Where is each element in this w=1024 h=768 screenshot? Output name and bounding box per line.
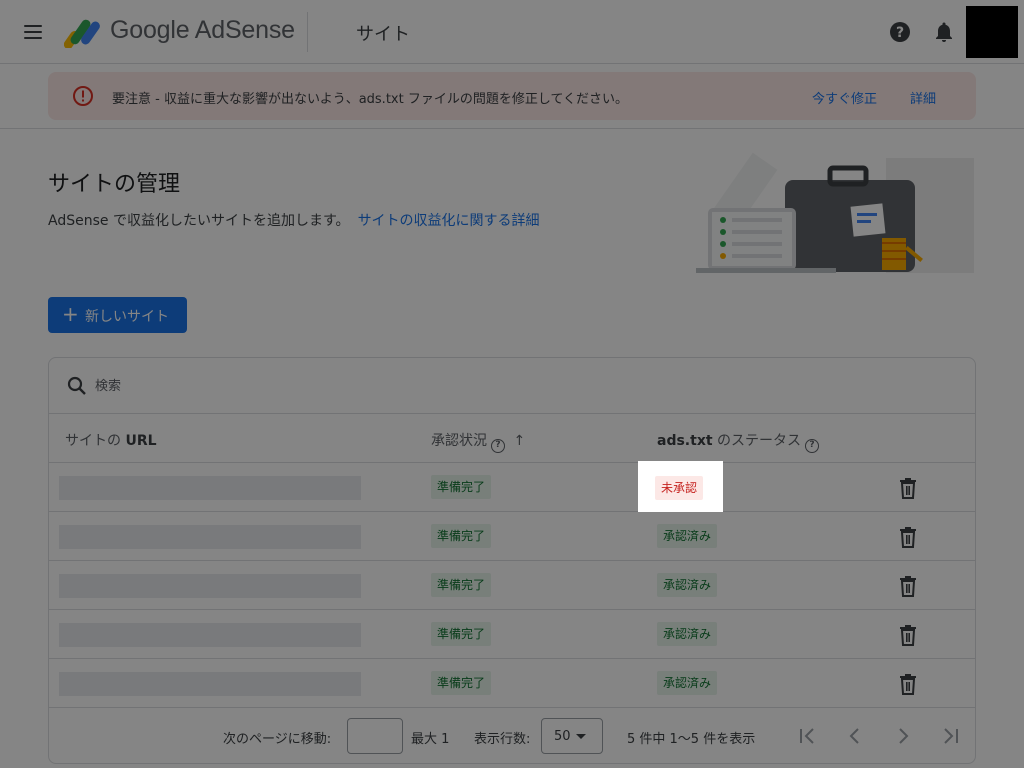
intro-description: AdSense で収益化したいサイトを追加します。 サイトの収益化に関する詳細 <box>48 210 540 230</box>
table-body: 準備完了 未承認 準備完了 承認済み 準備完了 承認済み 準備完了 承認済み 準… <box>49 463 975 708</box>
first-page-icon[interactable] <box>795 724 819 748</box>
table-row: 準備完了 未承認 <box>49 463 975 512</box>
next-page-icon[interactable] <box>891 724 915 748</box>
range-label: 5 件中 1〜5 件を表示 <box>627 732 756 747</box>
pagination-footer: 次のページに移動: 最大 1 表示行数: 50 5 件中 1〜5 件を表示 <box>49 708 975 763</box>
col-ads-txt-suffix: のステータス <box>712 433 801 449</box>
col-site-url-prefix: サイトの <box>65 433 126 449</box>
table-row: 準備完了 承認済み <box>49 512 975 561</box>
ads-txt-alert: 要注意 - 収益に重大な影響が出ないよう、ads.txt ファイルの問題を修正し… <box>48 72 976 120</box>
goto-page-label: 次のページに移動: <box>223 732 332 747</box>
col-site-url-bold: URL <box>125 433 157 449</box>
sort-arrow-icon[interactable]: ↑ <box>513 433 525 449</box>
monetization-info-link[interactable]: サイトの収益化に関する詳細 <box>358 213 540 229</box>
adsense-logo <box>64 19 100 48</box>
table-header: サイトの URL 承認状況? ↑ ads.txt のステータス? <box>49 414 975 463</box>
prev-page-icon[interactable] <box>843 724 867 748</box>
approval-status-badge: 準備完了 <box>431 622 492 646</box>
highlighted-ads-txt-cell: 未承認 <box>638 461 723 512</box>
fix-now-link[interactable]: 今すぐ修正 <box>812 88 877 107</box>
col-site-url[interactable]: サイトの URL <box>65 430 157 450</box>
approval-help-icon[interactable]: ? <box>491 439 505 453</box>
rows-per-page-value: 50 <box>554 729 571 744</box>
new-site-button[interactable]: + 新しいサイト <box>48 297 187 333</box>
avatar[interactable] <box>966 6 1018 58</box>
search-bar <box>49 358 975 414</box>
delete-icon[interactable] <box>898 477 918 499</box>
chevron-down-icon <box>576 734 586 739</box>
alert-message: 要注意 - 収益に重大な影響が出ないよう、ads.txt ファイルの問題を修正し… <box>112 92 629 107</box>
header-divider <box>307 12 308 52</box>
svg-text:?: ? <box>896 25 904 41</box>
ads-txt-status-badge: 承認済み <box>657 622 718 646</box>
last-page-icon[interactable] <box>939 724 963 748</box>
site-url-redacted <box>59 574 361 598</box>
approval-status-badge: 準備完了 <box>431 671 492 695</box>
ads-txt-status-badge: 承認済み <box>657 671 718 695</box>
max-page-label: 最大 1 <box>411 732 450 747</box>
col-ads-txt-status[interactable]: ads.txt のステータス? <box>657 430 819 453</box>
goto-page-input[interactable] <box>347 718 403 754</box>
approval-status-badge: 準備完了 <box>431 524 492 548</box>
rows-per-page-select[interactable]: 50 <box>541 718 603 754</box>
section-title: サイトの管理 <box>48 172 181 197</box>
ads-txt-status-badge: 承認済み <box>657 524 718 548</box>
delete-icon[interactable] <box>898 673 918 695</box>
brand-name: Google AdSense <box>110 16 295 44</box>
intro-text: AdSense で収益化したいサイトを追加します。 <box>48 213 350 229</box>
search-icon <box>67 376 86 395</box>
ads-txt-status-badge-highlighted[interactable]: 未承認 <box>655 476 704 500</box>
plus-icon: + <box>62 302 79 326</box>
site-url-redacted <box>59 672 361 696</box>
delete-icon[interactable] <box>898 624 918 646</box>
alert-section: 要注意 - 収益に重大な影響が出ないよう、ads.txt ファイルの問題を修正し… <box>0 64 1024 129</box>
col-ads-txt-bold: ads.txt <box>657 433 713 449</box>
approval-status-badge: 準備完了 <box>431 475 492 499</box>
sites-table-card: サイトの URL 承認状況? ↑ ads.txt のステータス? 準備完了 未承… <box>48 357 976 764</box>
col-approval-label: 承認状況 <box>431 433 487 449</box>
bell-icon[interactable] <box>932 20 956 44</box>
error-icon <box>73 86 93 106</box>
help-icon[interactable]: ? <box>888 20 912 44</box>
page-title: サイト <box>356 24 410 45</box>
delete-icon[interactable] <box>898 575 918 597</box>
table-row: 準備完了 承認済み <box>49 561 975 610</box>
menu-icon[interactable] <box>22 21 46 43</box>
site-url-redacted <box>59 525 361 549</box>
rows-per-page-label: 表示行数: <box>474 732 531 747</box>
search-input[interactable] <box>95 374 915 398</box>
table-row: 準備完了 承認済み <box>49 610 975 659</box>
delete-icon[interactable] <box>898 526 918 548</box>
sites-illustration <box>696 152 974 273</box>
alert-details-link[interactable]: 詳細 <box>910 88 936 107</box>
col-approval[interactable]: 承認状況? ↑ <box>431 430 525 453</box>
approval-status-badge: 準備完了 <box>431 573 492 597</box>
new-site-label: 新しいサイト <box>85 309 169 325</box>
site-url-redacted <box>59 476 361 500</box>
table-row: 準備完了 承認済み <box>49 659 975 708</box>
ads-help-icon[interactable]: ? <box>805 439 819 453</box>
site-url-redacted <box>59 623 361 647</box>
top-app-bar: Google AdSense サイト ? <box>0 0 1024 64</box>
ads-txt-status-badge: 承認済み <box>657 573 718 597</box>
